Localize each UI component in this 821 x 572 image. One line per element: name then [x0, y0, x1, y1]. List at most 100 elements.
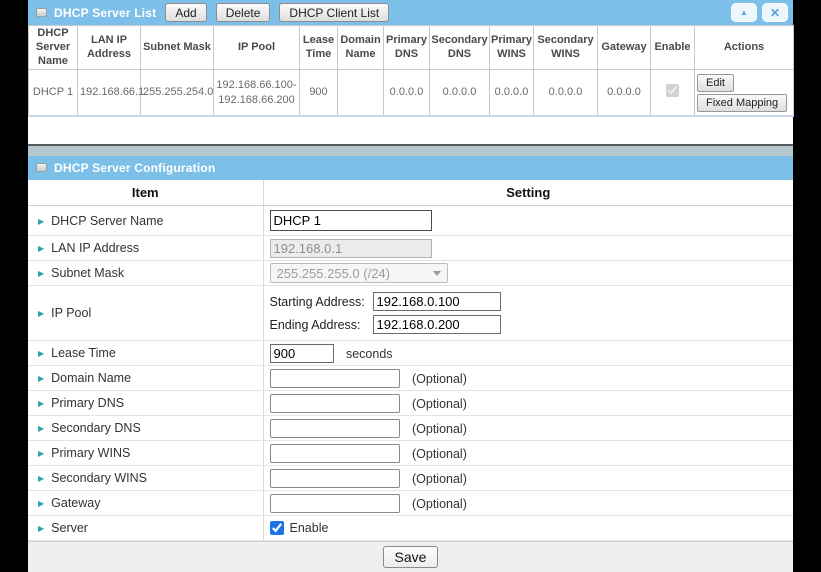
table-row: DHCP 1 192.168.66.1 255.255.254.0 192.16… [29, 70, 794, 116]
dhcp-client-list-button[interactable]: DHCP Client List [279, 3, 389, 22]
secondary-wins-optional-hint: (Optional) [412, 472, 467, 486]
dhcp-server-list-table: DHCP Server Name LAN IP Address Subnet M… [28, 25, 794, 117]
column-header-ip-pool: IP Pool [214, 26, 300, 70]
ending-address-label: Ending Address: [270, 318, 373, 332]
gateway-input[interactable] [270, 494, 400, 513]
list-table-header-row: DHCP Server Name LAN IP Address Subnet M… [29, 26, 794, 70]
primary-wins-optional-hint: (Optional) [412, 447, 467, 461]
cell-subnet-mask: 255.255.254.0 [141, 70, 214, 116]
lease-time-unit: seconds [346, 347, 393, 361]
dhcp-server-configuration-title: DHCP Server Configuration [54, 161, 215, 175]
close-button[interactable]: ✕ [762, 3, 788, 22]
primary-dns-label: Primary DNS [51, 396, 124, 410]
section-strip [28, 146, 793, 156]
delete-button[interactable]: Delete [216, 3, 271, 22]
server-label: Server [51, 521, 88, 535]
cell-lease-time: 900 [300, 70, 338, 116]
secondary-dns-optional-hint: (Optional) [412, 422, 467, 436]
cell-enable [651, 70, 695, 116]
dhcp-server-name-input[interactable] [270, 210, 432, 231]
cell-primary-wins: 0.0.0.0 [490, 70, 534, 116]
ending-address-input[interactable] [373, 315, 501, 334]
domain-name-input[interactable] [270, 369, 400, 388]
server-enable-checkbox[interactable] [270, 521, 284, 535]
column-header-primary-wins: Primary WINS [490, 26, 534, 70]
domain-name-label: Domain Name [51, 371, 131, 385]
collapse-icon: ▲ [740, 9, 748, 17]
row-primary-dns: ▶ Primary DNS (Optional) [28, 391, 793, 416]
row-ip-pool: ▶IP Pool Starting Address: Ending Addres… [28, 286, 793, 341]
column-header-enable: Enable [651, 26, 695, 70]
lease-time-input[interactable] [270, 344, 334, 363]
row-dhcp-server-name: ▶ DHCP Server Name [28, 206, 793, 236]
cell-dhcp-server-name: DHCP 1 [29, 70, 78, 116]
panel-icon [36, 163, 47, 172]
cell-actions: Edit Fixed Mapping [695, 70, 794, 116]
dhcp-server-list-header: DHCP Server List Add Delete DHCP Client … [28, 0, 793, 25]
secondary-wins-label: Secondary WINS [51, 471, 147, 485]
row-primary-wins: ▶Primary WINS (Optional) [28, 441, 793, 466]
item-bullet-icon: ▶ [38, 499, 44, 508]
item-bullet-icon: ▶ [38, 244, 44, 253]
domain-name-optional-hint: (Optional) [412, 372, 467, 386]
primary-dns-input[interactable] [270, 394, 400, 413]
item-bullet-icon: ▶ [38, 374, 44, 383]
primary-dns-optional-hint: (Optional) [412, 397, 467, 411]
row-secondary-dns: ▶Secondary DNS (Optional) [28, 416, 793, 441]
column-header-secondary-dns: Secondary DNS [430, 26, 490, 70]
cell-ip-pool: 192.168.66.100-192.168.66.200 [214, 70, 300, 116]
subnet-mask-select: 255.255.255.0 (/24) [270, 263, 448, 283]
row-server: ▶Server Enable [28, 516, 793, 541]
item-bullet-icon: ▶ [38, 399, 44, 408]
starting-address-input[interactable] [373, 292, 501, 311]
item-bullet-icon: ▶ [38, 269, 44, 278]
subnet-mask-label: Subnet Mask [51, 266, 124, 280]
cell-gateway: 0.0.0.0 [598, 70, 651, 116]
secondary-dns-label: Secondary DNS [51, 421, 141, 435]
item-bullet-icon: ▶ [38, 474, 44, 483]
row-subnet-mask: ▶ Subnet Mask 255.255.255.0 (/24) [28, 261, 793, 286]
column-header-domain-name: Domain Name [338, 26, 384, 70]
cell-secondary-dns: 0.0.0.0 [430, 70, 490, 116]
server-enable-label: Enable [290, 521, 329, 535]
dhcp-server-list-title: DHCP Server List [54, 6, 156, 20]
gateway-label: Gateway [51, 496, 100, 510]
lease-time-label: Lease Time [51, 346, 116, 360]
dhcp-server-name-label: DHCP Server Name [51, 214, 163, 228]
item-bullet-icon: ▶ [38, 217, 44, 226]
subnet-mask-selected-value: 255.255.255.0 (/24) [277, 266, 390, 281]
column-header-dhcp-server-name: DHCP Server Name [29, 26, 78, 70]
chevron-down-icon [433, 271, 441, 276]
cell-secondary-wins: 0.0.0.0 [534, 70, 598, 116]
primary-wins-input[interactable] [270, 444, 400, 463]
content-area: DHCP Server List Add Delete DHCP Client … [28, 0, 793, 567]
config-table-header-row: Item Setting [28, 180, 793, 206]
fixed-mapping-button[interactable]: Fixed Mapping [697, 94, 787, 112]
secondary-wins-input[interactable] [270, 469, 400, 488]
item-column-header: Item [28, 180, 263, 206]
row-lan-ip-address: ▶ LAN IP Address [28, 236, 793, 261]
lan-ip-address-input [270, 239, 432, 258]
row-gateway: ▶Gateway (Optional) [28, 491, 793, 516]
column-header-lease-time: Lease Time [300, 26, 338, 70]
column-header-subnet-mask: Subnet Mask [141, 26, 214, 70]
ip-pool-label: IP Pool [51, 306, 91, 320]
secondary-dns-input[interactable] [270, 419, 400, 438]
dhcp-server-configuration-section: DHCP Server Configuration Item Setting ▶… [28, 144, 793, 572]
form-footer: Save [28, 541, 793, 572]
add-button[interactable]: Add [165, 3, 206, 22]
cell-primary-dns: 0.0.0.0 [384, 70, 430, 116]
collapse-button[interactable]: ▲ [731, 3, 757, 22]
row-domain-name: ▶ Domain Name (Optional) [28, 366, 793, 391]
item-bullet-icon: ▶ [38, 309, 44, 318]
item-bullet-icon: ▶ [38, 349, 44, 358]
column-header-actions: Actions [695, 26, 794, 70]
row-secondary-wins: ▶ Secondary WINS (Optional) [28, 466, 793, 491]
save-button[interactable]: Save [383, 546, 439, 568]
column-header-lan-ip-address: LAN IP Address [78, 26, 141, 70]
lan-ip-address-label: LAN IP Address [51, 241, 139, 255]
cell-domain-name [338, 70, 384, 116]
column-header-primary-dns: Primary DNS [384, 26, 430, 70]
panel-icon [36, 8, 47, 17]
edit-button[interactable]: Edit [697, 74, 734, 92]
